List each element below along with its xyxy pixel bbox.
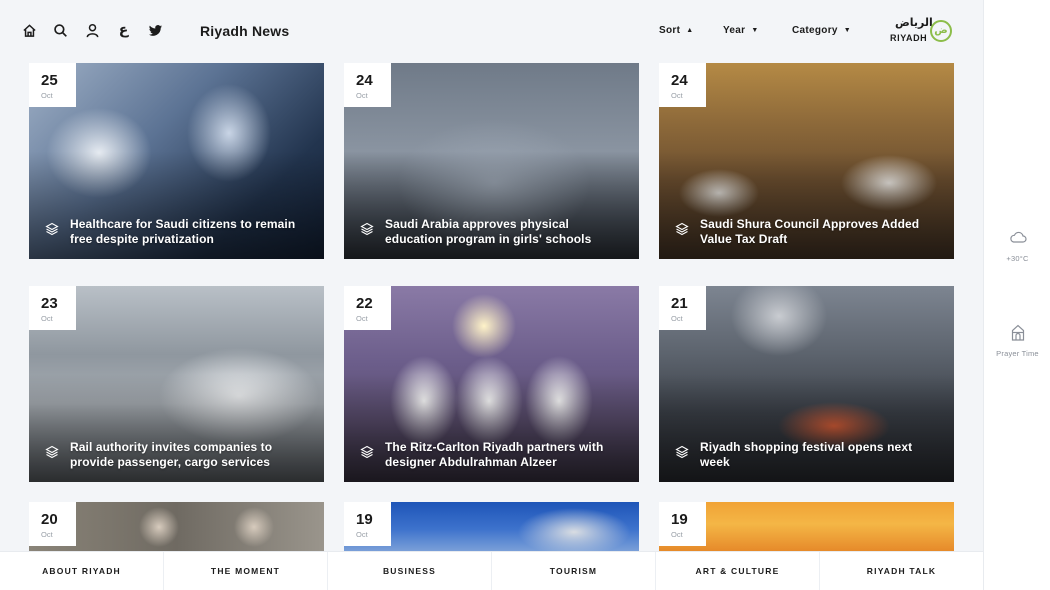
mosque-icon [1011, 324, 1024, 341]
nav-tourism[interactable]: TOURISM [492, 552, 656, 590]
search-icon[interactable] [53, 22, 69, 38]
news-card[interactable]: 24 Oct Saudi Shura Council Approves Adde… [659, 63, 954, 259]
nav-riyadh-talk[interactable]: RIYADH TALK [820, 552, 983, 590]
site-title[interactable]: Riyadh News [200, 23, 289, 39]
caret-up-icon: ▲ [686, 27, 694, 34]
header-icon-row: ع [21, 22, 179, 38]
nav-about-riyadh[interactable]: ABOUT RIYADH [0, 552, 164, 590]
date-month: Oct [41, 314, 53, 323]
news-headline[interactable]: Healthcare for Saudi citizens to remain … [70, 217, 310, 247]
layers-icon [360, 445, 374, 459]
date-month: Oct [356, 530, 368, 539]
news-card[interactable]: 20 Oct [29, 502, 324, 551]
prayer-time-label: Prayer Time [996, 349, 1039, 358]
date-badge: 19 Oct [344, 502, 391, 546]
news-card[interactable]: 23 Oct Rail authority invites companies … [29, 286, 324, 482]
date-badge: 25 Oct [29, 63, 76, 107]
logo-english-text: RIYADH [890, 33, 928, 43]
news-headline[interactable]: The Ritz-Carlton Riyadh partners with de… [385, 440, 625, 470]
date-day: 24 [356, 72, 373, 89]
sort-filter-label: Sort [659, 25, 681, 36]
date-month: Oct [356, 314, 368, 323]
date-badge: 19 Oct [659, 502, 706, 546]
date-day: 24 [671, 72, 688, 89]
sort-filter[interactable]: Sort ▲ [659, 25, 693, 36]
news-card[interactable]: 25 Oct Healthcare for Saudi citizens to … [29, 63, 324, 259]
header: ع Riyadh News Sort ▲ Year ▼ Category ▼ ا… [0, 0, 983, 62]
news-headline[interactable]: Riyadh shopping festival opens next week [700, 440, 940, 470]
news-headline[interactable]: Rail authority invites companies to prov… [70, 440, 310, 470]
user-icon[interactable] [84, 22, 100, 38]
weather-widget[interactable]: +30°C [984, 227, 1050, 263]
news-card[interactable]: 22 Oct The Ritz-Carlton Riyadh partners … [344, 286, 639, 482]
logo-mark-icon: ض [930, 20, 952, 42]
caret-down-icon: ▼ [751, 27, 759, 34]
news-card[interactable]: 21 Oct Riyadh shopping festival opens ne… [659, 286, 954, 482]
news-card[interactable]: 24 Oct Saudi Arabia approves physical ed… [344, 63, 639, 259]
riyadh-logo[interactable]: الرياض RIYADH ض [889, 16, 953, 44]
date-month: Oct [671, 91, 683, 100]
right-sidebar: +30°C Prayer Time [983, 0, 1050, 590]
layers-icon [45, 222, 59, 236]
arabic-language-toggle[interactable]: ع [116, 22, 132, 38]
date-badge: 23 Oct [29, 286, 76, 330]
category-filter-label: Category [792, 25, 838, 36]
layers-icon [45, 445, 59, 459]
date-day: 23 [41, 295, 58, 312]
date-month: Oct [671, 314, 683, 323]
date-month: Oct [41, 91, 53, 100]
date-month: Oct [356, 91, 368, 100]
date-month: Oct [671, 530, 683, 539]
date-day: 22 [356, 295, 373, 312]
nav-art-culture[interactable]: ART & CULTURE [656, 552, 820, 590]
date-day: 20 [41, 511, 58, 528]
layers-icon [360, 222, 374, 236]
nav-the-moment[interactable]: THE MOMENT [164, 552, 328, 590]
date-day: 21 [671, 295, 688, 312]
prayer-time-widget[interactable]: Prayer Time [984, 322, 1050, 358]
logo-arabic-text: الرياض [895, 16, 933, 29]
nav-business[interactable]: BUSINESS [328, 552, 492, 590]
date-month: Oct [41, 530, 53, 539]
bottom-nav: ABOUT RIYADH THE MOMENT BUSINESS TOURISM… [0, 551, 983, 590]
news-card[interactable]: 19 Oct [659, 502, 954, 551]
year-filter-label: Year [723, 25, 746, 36]
date-badge: 24 Oct [659, 63, 706, 107]
date-badge: 24 Oct [344, 63, 391, 107]
category-filter[interactable]: Category ▼ [792, 25, 851, 36]
date-badge: 21 Oct [659, 286, 706, 330]
home-icon[interactable] [21, 22, 37, 38]
layers-icon [675, 222, 689, 236]
date-day: 19 [671, 511, 688, 528]
news-headline[interactable]: Saudi Arabia approves physical education… [385, 217, 625, 247]
date-day: 25 [41, 72, 58, 89]
year-filter[interactable]: Year ▼ [723, 25, 759, 36]
temperature-label: +30°C [1006, 254, 1029, 263]
cloud-icon [1009, 231, 1027, 243]
news-card[interactable]: 19 Oct [344, 502, 639, 551]
twitter-icon[interactable] [147, 22, 163, 38]
news-headline[interactable]: Saudi Shura Council Approves Added Value… [700, 217, 940, 247]
layers-icon [675, 445, 689, 459]
date-badge: 22 Oct [344, 286, 391, 330]
date-badge: 20 Oct [29, 502, 76, 546]
caret-down-icon: ▼ [843, 27, 851, 34]
date-day: 19 [356, 511, 373, 528]
